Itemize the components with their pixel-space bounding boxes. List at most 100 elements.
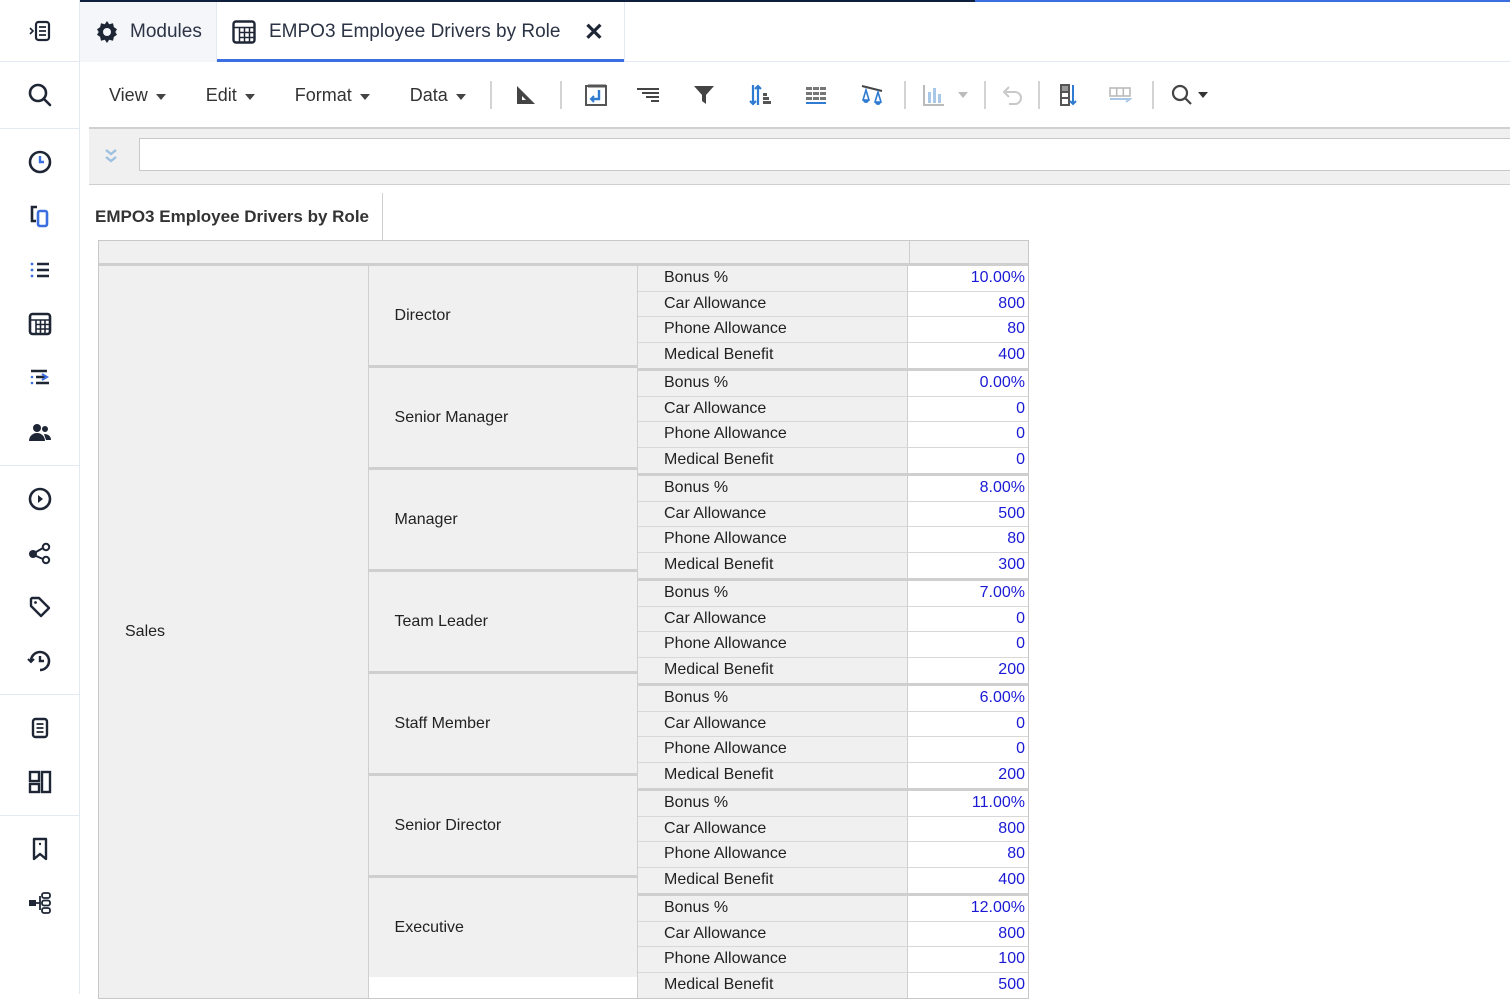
rail-item-line-items[interactable] [0, 351, 79, 405]
value-cell[interactable]: 500 [908, 501, 1028, 526]
rail-item-hierarchy[interactable] [0, 876, 79, 930]
freeze-button[interactable] [1054, 81, 1082, 109]
rail-item-modules[interactable] [0, 297, 79, 351]
tab-modules[interactable]: Modules [80, 2, 217, 62]
rail-toggle-button[interactable] [0, 0, 79, 62]
value-cell[interactable]: 400 [908, 867, 1028, 893]
find-dropdown-button[interactable] [1196, 81, 1210, 109]
value-cell[interactable]: 0 [908, 606, 1028, 631]
rail-item-bookmarks[interactable] [0, 822, 79, 876]
value-cell[interactable]: 80 [908, 317, 1028, 342]
find-button[interactable] [1168, 81, 1196, 109]
filter-button[interactable] [690, 81, 718, 109]
value-cell[interactable]: 6.00% [908, 686, 1028, 711]
role-cell[interactable]: Staff Member [368, 674, 637, 776]
insert-button[interactable] [582, 81, 610, 109]
rail-group-model [0, 129, 79, 466]
value-cell[interactable]: 0.00% [908, 371, 1028, 396]
chart-dropdown-button[interactable] [956, 81, 970, 109]
value-cell[interactable]: 0 [908, 396, 1028, 421]
value-cell[interactable]: 800 [908, 921, 1028, 946]
rail-item-share[interactable] [0, 526, 79, 580]
role-row-group: Bonus % 6.00% Car Allowance 0 Phone Allowanc… [638, 686, 1028, 791]
rail-item-actions[interactable] [0, 472, 79, 526]
menu-format[interactable]: Format [295, 85, 370, 106]
insert-icon [584, 84, 607, 106]
rail-item-switch[interactable] [0, 189, 79, 243]
value-cell[interactable]: 800 [908, 816, 1028, 841]
undo-icon [1002, 86, 1022, 105]
undo-button[interactable] [998, 81, 1026, 109]
menu-view[interactable]: View [109, 85, 166, 106]
value-cell[interactable]: 12.00% [908, 896, 1028, 921]
table-row: Bonus % 0.00% [638, 371, 1028, 397]
bookmark-icon [32, 837, 47, 861]
list-icon [30, 262, 49, 278]
role-cell[interactable]: Senior Manager [368, 368, 637, 470]
rail-item-search[interactable] [0, 68, 79, 122]
balance-icon [861, 85, 883, 105]
column-button[interactable] [1106, 81, 1134, 109]
role-cell[interactable]: Manager [368, 470, 637, 572]
value-cell[interactable]: 80 [908, 842, 1028, 867]
rail-item-lists[interactable] [0, 243, 79, 297]
rail-item-dashboards[interactable] [0, 755, 79, 809]
role-cell[interactable]: Executive [368, 878, 637, 977]
value-cell[interactable]: 0 [908, 711, 1028, 736]
table-row: Medical Benefit 400 [638, 342, 1028, 368]
value-cell[interactable]: 500 [908, 972, 1028, 998]
sort-button[interactable] [746, 81, 774, 109]
role-cell[interactable]: Director [368, 266, 637, 368]
rail-item-recent[interactable] [0, 135, 79, 189]
value-cell[interactable]: 0 [908, 447, 1028, 473]
rail-group-search [0, 62, 79, 129]
value-cell[interactable]: 7.00% [908, 581, 1028, 606]
value-cell[interactable]: 80 [908, 527, 1028, 552]
role-cell[interactable]: Senior Director [368, 776, 637, 878]
rail-item-history[interactable] [0, 634, 79, 688]
value-cell[interactable]: 0 [908, 422, 1028, 447]
department-cell[interactable]: Sales [99, 266, 369, 998]
tab-bar: Modules EMPO3 Employee Drivers by Role ✕ [80, 2, 1510, 62]
rail-item-notes[interactable] [0, 701, 79, 755]
value-cell[interactable]: 0 [908, 632, 1028, 657]
value-cell[interactable]: 200 [908, 762, 1028, 788]
search-icon [28, 83, 51, 107]
table-row: Car Allowance 0 [638, 396, 1028, 422]
line-item-label: Phone Allowance [638, 737, 908, 762]
value-cell[interactable]: 800 [908, 291, 1028, 316]
role-cell[interactable]: Team Leader [368, 572, 637, 674]
value-cell[interactable]: 100 [908, 947, 1028, 972]
value-cell[interactable]: 8.00% [908, 476, 1028, 501]
table-row: Medical Benefit 200 [638, 657, 1028, 683]
table-row: Car Allowance 800 [638, 816, 1028, 842]
caret-down-icon [1197, 92, 1208, 98]
table-icon [28, 312, 51, 336]
grid-button[interactable] [802, 81, 830, 109]
sort-lines-button[interactable] [634, 81, 662, 109]
rail-item-users[interactable] [0, 405, 79, 459]
freeze-icon [1059, 84, 1077, 106]
table-row: Medical Benefit 500 [638, 972, 1028, 998]
value-cell[interactable]: 11.00% [908, 791, 1028, 816]
value-cell[interactable]: 10.00% [908, 266, 1028, 291]
tab-active-module[interactable]: EMPO3 Employee Drivers by Role ✕ [217, 2, 625, 62]
rail-item-tags[interactable] [0, 580, 79, 634]
value-cell[interactable]: 300 [908, 552, 1028, 578]
close-tab-button[interactable]: ✕ [584, 18, 610, 47]
double-chevron-down-icon[interactable] [101, 145, 121, 167]
menu-data[interactable]: Data [410, 85, 466, 106]
toolbar-divider [559, 81, 562, 109]
table-row: Car Allowance 800 [638, 921, 1028, 947]
formula-input[interactable] [139, 138, 1510, 171]
value-cell[interactable]: 200 [908, 657, 1028, 683]
menu-view-label: View [109, 84, 148, 105]
balance-button[interactable] [858, 81, 886, 109]
line-item-label: Phone Allowance [638, 317, 908, 342]
menu-edit-label: Edit [205, 84, 237, 105]
pivot-button[interactable] [512, 81, 540, 109]
menu-edit[interactable]: Edit [206, 85, 255, 106]
value-cell[interactable]: 0 [908, 737, 1028, 762]
value-cell[interactable]: 400 [908, 342, 1028, 368]
chart-button[interactable] [920, 81, 948, 109]
